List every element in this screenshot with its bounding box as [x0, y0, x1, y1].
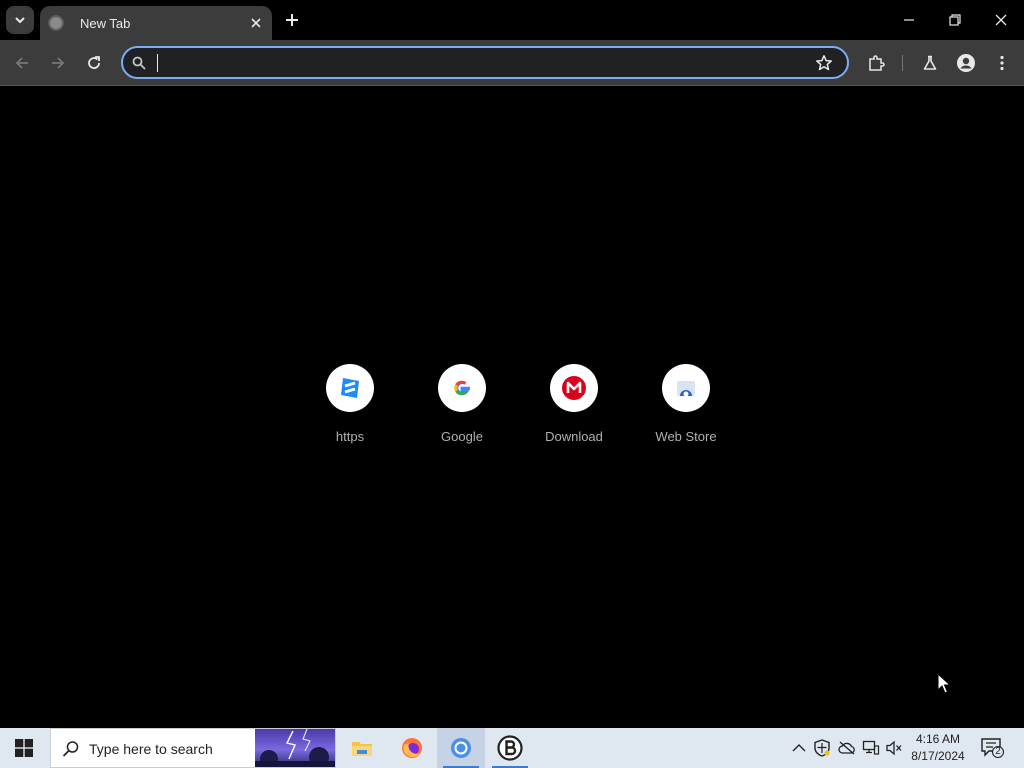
web-store-icon	[662, 364, 710, 412]
tab-search-button[interactable]	[6, 6, 34, 34]
menu-button[interactable]	[988, 49, 1016, 77]
b-app-icon	[497, 735, 523, 761]
extensions-button[interactable]	[862, 49, 890, 77]
taskbar-b-app[interactable]	[486, 728, 534, 768]
windows-taskbar: Type here to search 4:16 AM 8/17/2024 2	[0, 728, 1024, 768]
back-button[interactable]	[8, 49, 36, 77]
notification-center-button[interactable]: 2	[980, 736, 1005, 760]
shortcut-https[interactable]: https	[300, 364, 400, 454]
clock-date: 8/17/2024	[911, 749, 965, 763]
chevron-up-icon	[792, 744, 806, 752]
shield-icon	[814, 739, 830, 757]
shortcut-google[interactable]: Google	[412, 364, 512, 454]
close-icon	[995, 14, 1007, 26]
show-hidden-icons-button[interactable]	[789, 738, 809, 758]
shortcut-download[interactable]: Download	[524, 364, 624, 454]
chrome-icon	[451, 738, 471, 758]
arrow-left-icon	[15, 57, 28, 69]
taskbar-clock[interactable]: 4:16 AM 8/17/2024	[904, 731, 972, 765]
labs-button[interactable]	[916, 49, 944, 77]
mega-m-icon	[550, 364, 598, 412]
shortcut-label: Download	[545, 429, 603, 444]
taskbar-search-box[interactable]: Type here to search	[50, 728, 336, 768]
shortcut-label: Google	[441, 429, 483, 444]
search-icon	[62, 741, 79, 757]
profile-button[interactable]	[952, 49, 980, 77]
restore-button[interactable]	[932, 0, 978, 40]
search-icon	[132, 56, 146, 70]
taskbar-chrome[interactable]	[437, 728, 485, 768]
notification-count: 2	[995, 746, 1001, 757]
address-bar[interactable]	[121, 46, 849, 79]
network-icon	[862, 740, 880, 755]
close-icon	[251, 18, 261, 28]
cloud-offline-icon	[838, 741, 855, 755]
restore-icon	[949, 14, 961, 26]
close-window-button[interactable]	[978, 0, 1024, 40]
shortcut-web-store[interactable]: Web Store	[636, 364, 736, 454]
text-caret	[157, 54, 158, 72]
puzzle-icon	[869, 55, 885, 71]
shortcut-label: Web Store	[655, 429, 717, 444]
globe-icon	[48, 15, 64, 31]
minimize-icon	[904, 19, 914, 21]
shortcut-grid: https Google Download Web Store	[300, 364, 724, 454]
tab-strip: New Tab	[0, 0, 1024, 40]
firefox-icon	[402, 738, 422, 758]
reload-icon	[88, 56, 100, 69]
avatar-icon	[957, 54, 975, 72]
toolbar-divider	[902, 55, 903, 71]
forward-button[interactable]	[44, 49, 72, 77]
shortcut-label: https	[335, 429, 365, 444]
google-g-icon	[438, 364, 486, 412]
taskbar-firefox[interactable]	[388, 728, 436, 768]
search-highlight-illustration	[255, 729, 335, 767]
tray-onedrive[interactable]	[837, 738, 857, 758]
clock-time: 4:16 AM	[915, 732, 961, 746]
bookmark-star-icon[interactable]	[815, 54, 833, 72]
file-explorer-icon	[352, 742, 372, 756]
plus-icon	[286, 14, 298, 26]
start-button[interactable]	[0, 728, 48, 768]
tab-title: New Tab	[80, 15, 131, 31]
more-vertical-icon	[1000, 55, 1004, 71]
windows-logo-icon	[15, 739, 33, 757]
tab-new-tab[interactable]: New Tab	[40, 6, 272, 40]
volume-muted-icon	[886, 740, 902, 756]
chevron-down-icon	[15, 17, 25, 24]
minimize-button[interactable]	[886, 0, 932, 40]
new-tab-button[interactable]	[280, 8, 304, 32]
tab-close-button[interactable]	[246, 13, 266, 33]
tray-security[interactable]	[812, 738, 832, 758]
taskbar-search-placeholder: Type here to search	[89, 741, 213, 757]
tray-network[interactable]	[861, 738, 881, 758]
tray-volume[interactable]	[884, 738, 904, 758]
screen: New Tab https Google Download Web Store …	[0, 0, 1024, 768]
taskbar-file-explorer[interactable]	[338, 728, 386, 768]
arrow-right-icon	[52, 57, 65, 69]
reload-button[interactable]	[80, 49, 108, 77]
address-input[interactable]	[155, 53, 795, 73]
browser-toolbar	[0, 40, 1024, 86]
blue-logo-icon	[326, 364, 374, 412]
flask-icon	[923, 55, 937, 70]
mouse-cursor-icon	[937, 673, 951, 694]
